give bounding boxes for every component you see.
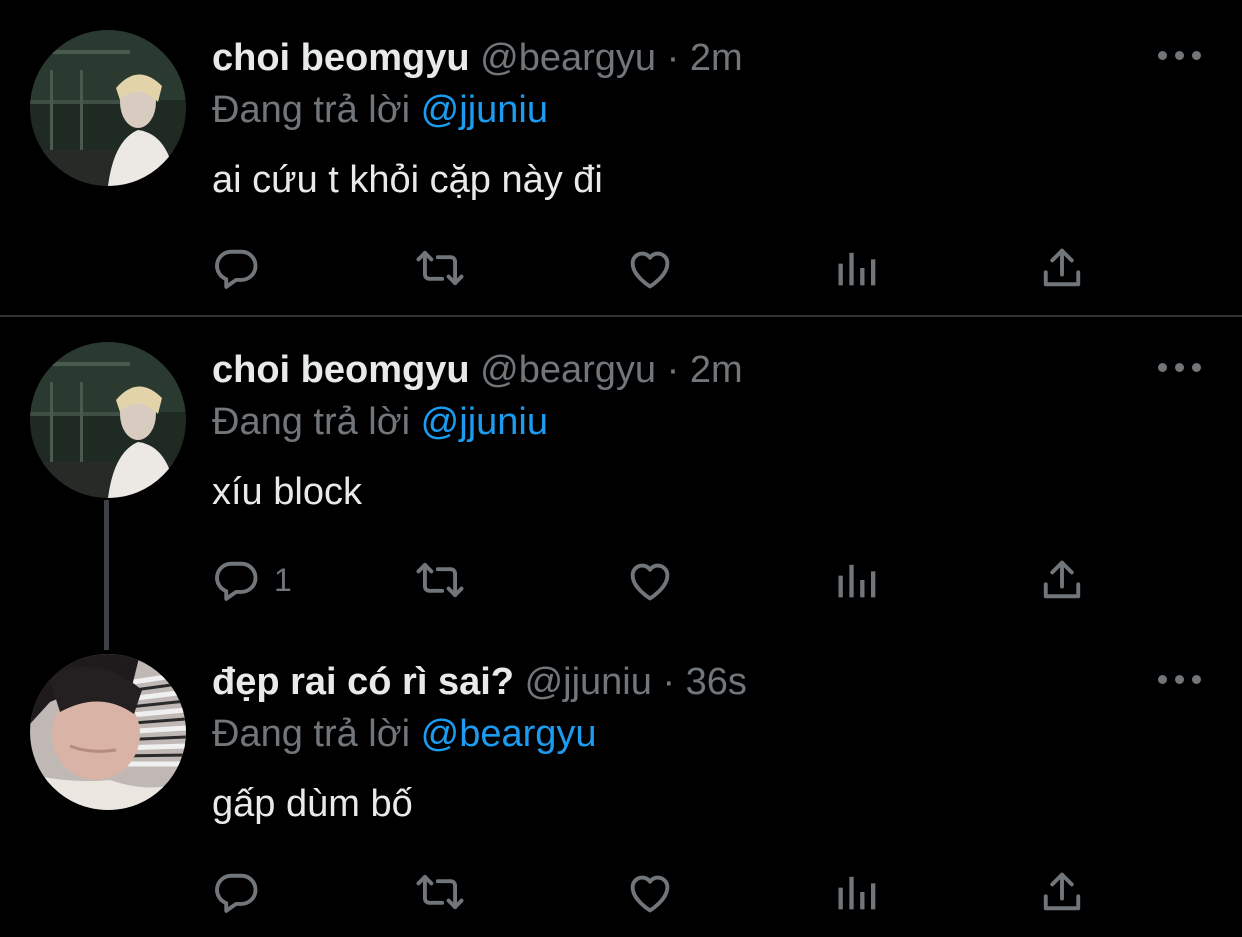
avatar[interactable] xyxy=(30,30,186,186)
author-handle[interactable]: @jjuniu xyxy=(525,661,652,703)
separator-dot: · xyxy=(666,349,680,391)
more-icon[interactable] xyxy=(1158,670,1202,690)
author-handle[interactable]: @beargyu xyxy=(480,37,656,79)
separator-dot: · xyxy=(666,37,680,79)
replying-to: Đang trả lời @beargyu xyxy=(212,710,597,758)
timestamp[interactable]: 2m xyxy=(690,37,743,79)
reply-count: 1 xyxy=(274,561,292,598)
like-button[interactable] xyxy=(624,548,676,612)
retweet-button[interactable] xyxy=(412,548,468,612)
like-icon xyxy=(630,563,670,601)
analytics-icon xyxy=(838,876,876,910)
retweet-icon xyxy=(416,250,464,286)
tweet-header: choi beomgyu @beargyu · 2m xyxy=(212,346,743,394)
share-icon xyxy=(1043,248,1081,287)
share-icon xyxy=(1043,560,1081,599)
avatar[interactable] xyxy=(30,342,186,498)
author-name[interactable]: choi beomgyu xyxy=(212,37,470,79)
mention-link[interactable]: @jjuniu xyxy=(421,401,548,443)
analytics-icon xyxy=(838,252,876,286)
share-button[interactable] xyxy=(1036,860,1088,924)
tweet-actions xyxy=(200,860,1200,924)
tweet-text: ai cứu t khỏi cặp này đi xyxy=(212,159,603,201)
retweet-button[interactable] xyxy=(412,236,468,300)
reply-icon xyxy=(215,873,258,913)
replying-prefix: Đang trả lời xyxy=(212,401,411,443)
like-button[interactable] xyxy=(624,860,676,924)
reply-icon xyxy=(215,249,258,289)
analytics-button[interactable] xyxy=(832,548,884,612)
analytics-icon xyxy=(838,564,876,598)
tweet-actions: 1 xyxy=(200,548,1200,612)
replying-prefix: Đang trả lời xyxy=(212,713,411,755)
avatar[interactable] xyxy=(30,654,186,810)
replying-to: Đang trả lời @jjuniu xyxy=(212,398,548,446)
tweet[interactable]: choi beomgyu @beargyu · 2m Đang trả lời … xyxy=(0,0,1242,316)
timestamp[interactable]: 36s xyxy=(686,661,747,703)
more-icon[interactable] xyxy=(1158,46,1202,66)
separator-dot: · xyxy=(662,661,676,703)
analytics-button[interactable] xyxy=(832,860,884,924)
share-button[interactable] xyxy=(1036,236,1088,300)
retweet-icon xyxy=(416,874,464,910)
replying-prefix: Đang trả lời xyxy=(212,89,411,131)
retweet-icon xyxy=(416,562,464,598)
mention-link[interactable]: @beargyu xyxy=(421,713,597,755)
reply-icon xyxy=(215,561,258,601)
reply-button[interactable] xyxy=(210,236,274,300)
retweet-button[interactable] xyxy=(412,860,468,924)
tweet-header: choi beomgyu @beargyu · 2m xyxy=(212,34,743,82)
thread-line xyxy=(104,500,109,650)
timestamp[interactable]: 2m xyxy=(690,349,743,391)
author-name[interactable]: choi beomgyu xyxy=(212,349,470,391)
more-icon[interactable] xyxy=(1158,358,1202,378)
tweet-divider xyxy=(0,315,1242,317)
like-button[interactable] xyxy=(624,236,676,300)
reply-button[interactable]: 1 xyxy=(210,548,292,612)
tweet-actions xyxy=(200,236,1200,300)
replying-to: Đang trả lời @jjuniu xyxy=(212,86,548,134)
tweet[interactable]: choi beomgyu @beargyu · 2m Đang trả lời … xyxy=(0,318,1242,630)
author-handle[interactable]: @beargyu xyxy=(480,349,656,391)
like-icon xyxy=(630,875,670,913)
tweet-header: đẹp rai có rì sai? @jjuniu · 36s xyxy=(212,658,747,706)
analytics-button[interactable] xyxy=(832,236,884,300)
author-name[interactable]: đẹp rai có rì sai? xyxy=(212,661,514,703)
like-icon xyxy=(630,251,670,289)
share-icon xyxy=(1043,872,1081,911)
tweet[interactable]: đẹp rai có rì sai? @jjuniu · 36s Đang tr… xyxy=(0,630,1242,937)
share-button[interactable] xyxy=(1036,548,1088,612)
tweet-text: gấp dùm bố xyxy=(212,783,413,825)
tweet-text: xíu block xyxy=(212,471,362,513)
mention-link[interactable]: @jjuniu xyxy=(421,89,548,131)
reply-button[interactable] xyxy=(210,860,274,924)
